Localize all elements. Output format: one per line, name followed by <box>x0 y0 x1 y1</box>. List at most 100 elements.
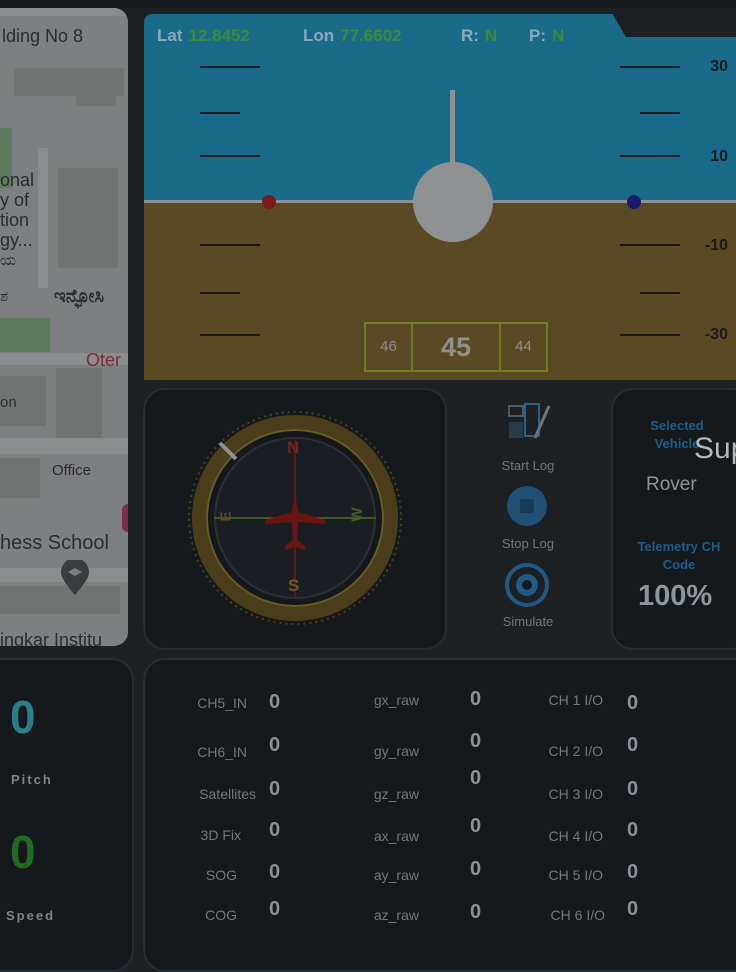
data-value: 0 <box>470 767 482 789</box>
compass-e: E <box>217 511 235 522</box>
aircraft-icon <box>263 490 327 559</box>
data-label: gx_raw <box>373 692 419 708</box>
map-label: Office <box>52 462 91 479</box>
heading-next: 44 <box>515 338 532 355</box>
data-value: 0 <box>269 691 281 713</box>
start-log-label[interactable]: Start Log <box>488 458 568 473</box>
data-label: CH 4 I/O <box>548 828 603 844</box>
map-label: tion <box>0 210 30 230</box>
pitch-tick <box>620 334 680 336</box>
map-building <box>58 168 118 268</box>
map-view[interactable]: lding No 8 onal y of tion gy... ಯ ಶ ಇನ್ಫ… <box>0 8 128 646</box>
selected-vehicle-value[interactable]: Rover <box>646 474 697 496</box>
data-label: CH 1 I/O <box>548 692 603 708</box>
pitch-tick <box>200 334 260 336</box>
heading-current: 45 <box>440 332 472 362</box>
right-marker-dot <box>627 195 641 209</box>
aircraft-symbol <box>413 162 493 242</box>
scale-label: 30 <box>710 58 728 75</box>
map-label: onal <box>0 170 35 190</box>
data-value: 0 <box>269 819 281 841</box>
longitude: Lon 77.6602 <box>303 26 402 45</box>
attitude-indicator: Lat 12.8452 Lon 77.6602 R: N P: N 30 10 -10 … <box>144 14 736 380</box>
map-label: ಶ <box>0 288 9 305</box>
data-value: 0 <box>627 898 639 920</box>
compass-s: S <box>288 576 300 595</box>
data-label: ax_raw <box>373 828 419 844</box>
data-value: 0 <box>269 898 281 920</box>
data-label: CH 5 I/O <box>548 867 603 883</box>
overflow-text: Sup <box>694 432 736 465</box>
roll: R: N <box>461 26 498 45</box>
data-value: 0 <box>470 688 482 710</box>
pitch-tick <box>200 66 260 68</box>
pitch-tick <box>200 112 240 114</box>
map-building <box>76 96 116 106</box>
latitude: Lat 12.8452 <box>157 26 250 45</box>
simulate-label[interactable]: Simulate <box>488 614 568 629</box>
simulate-icon[interactable] <box>505 563 549 612</box>
map-label: ಇನ್ಫೋಸಿ <box>54 286 105 306</box>
data-label: az_raw <box>373 907 419 923</box>
data-value: 0 <box>269 734 281 756</box>
map-label: y of <box>0 190 30 210</box>
left-marker-dot <box>262 195 276 209</box>
pitch-tick <box>200 155 260 157</box>
data-label: gz_raw <box>373 786 419 802</box>
pitch-value: 0 <box>10 691 36 743</box>
stop-log-label[interactable]: Stop Log <box>488 536 568 551</box>
pitch-tick <box>640 292 680 294</box>
compass-w: W <box>348 507 366 522</box>
school-pin-icon <box>60 558 90 601</box>
data-label: COG <box>205 907 237 923</box>
speed-label: Speed <box>6 908 56 923</box>
scale-label: 10 <box>710 148 728 165</box>
pitch-tick <box>200 244 260 246</box>
map-label: hess School <box>0 532 109 554</box>
scale-label: -10 <box>704 237 728 254</box>
map-label: ingkar Institu <box>0 630 103 646</box>
top-strip <box>0 0 736 8</box>
heading-box: 46 45 44 <box>364 322 548 372</box>
data-label: CH 6 I/O <box>550 907 605 923</box>
map-label: on <box>0 394 17 411</box>
map-label: Oter <box>86 350 122 370</box>
pitch: P: N <box>529 26 565 45</box>
map-label: ಯ <box>0 252 17 269</box>
data-label: ay_raw <box>373 867 419 883</box>
pitch-tick <box>200 292 240 294</box>
pitch-tick <box>620 244 680 246</box>
data-value: 0 <box>627 734 639 756</box>
compass-panel: N S E W <box>143 388 447 650</box>
aircraft-mast <box>450 90 455 170</box>
data-value: 0 <box>627 778 639 800</box>
map-label: lding No 8 <box>2 26 84 46</box>
map-park <box>0 318 50 352</box>
data-value: 0 <box>627 819 639 841</box>
map-label: gy... <box>0 230 33 250</box>
compass-n: N <box>287 438 300 457</box>
map-building <box>56 368 102 438</box>
corner-notch <box>612 14 736 37</box>
data-label: CH6_IN <box>197 744 247 760</box>
data-label: CH 3 I/O <box>548 786 603 802</box>
data-value: 0 <box>470 858 482 880</box>
scale-label: -30 <box>704 326 728 343</box>
speed-value: 0 <box>10 826 36 878</box>
pitch-tick <box>640 112 680 114</box>
data-label: CH 2 I/O <box>548 743 603 759</box>
data-value: 0 <box>269 861 281 883</box>
map-road <box>38 148 48 288</box>
telemetry-label: Telemetry CH Code <box>637 539 721 572</box>
data-value: 0 <box>269 778 281 800</box>
data-label: Satellites <box>199 786 256 802</box>
data-value: 0 <box>470 901 482 923</box>
pitch-tick <box>620 155 680 157</box>
data-label: CH5_IN <box>197 695 247 711</box>
telemetry-value: 100% <box>638 580 713 612</box>
map-road <box>0 438 128 454</box>
stop-icon[interactable] <box>507 486 547 531</box>
pitch-tick <box>620 66 680 68</box>
start-log-icon[interactable] <box>505 400 553 449</box>
map-road <box>0 8 128 16</box>
